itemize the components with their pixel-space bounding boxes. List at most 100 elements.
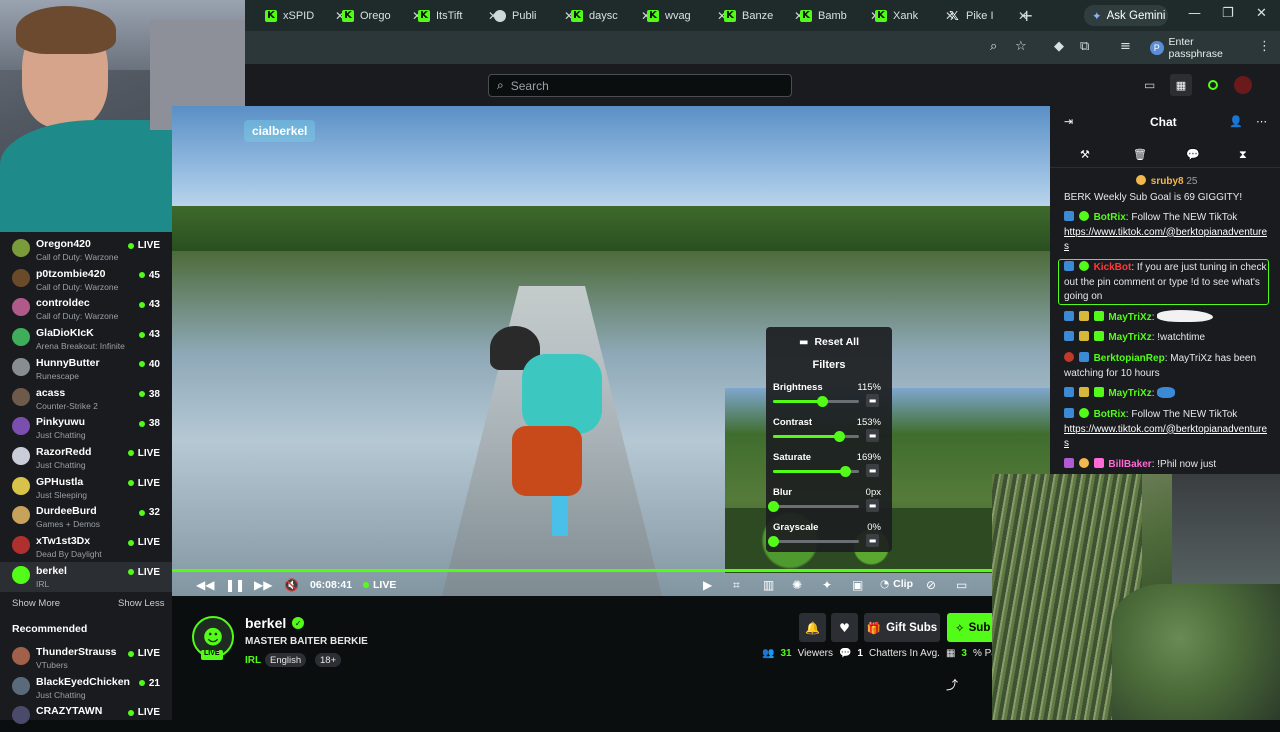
gift-subs-button[interactable]: 🎁 Gift Subs xyxy=(864,613,940,642)
filter-reset-icon[interactable]: ▬ xyxy=(866,534,879,547)
new-tab-button[interactable]: + xyxy=(1020,6,1033,25)
follow-heart-icon[interactable]: ♥ xyxy=(831,613,858,642)
sidebar-channel-item[interactable]: controldec Call of Duty: Warzone 43 xyxy=(0,294,172,324)
chat-username[interactable]: BotRix xyxy=(1094,409,1126,420)
collapse-chat-icon[interactable]: ⇥ xyxy=(1064,115,1073,128)
timer-icon[interactable]: ⧗ xyxy=(1239,148,1247,162)
share-icon[interactable]: ⤴ xyxy=(946,676,958,693)
media-control-icon[interactable]: ≡ xyxy=(1120,39,1131,54)
theater-icon[interactable]: ▭ xyxy=(956,578,967,592)
hammer-icon[interactable]: ⚒ xyxy=(1080,148,1090,161)
close-window-icon[interactable]: ✕ xyxy=(1256,6,1267,21)
sidebar-channel-item[interactable]: Oregon420 Call of Duty: Warzone LIVE xyxy=(0,235,172,265)
theater-mode-icon[interactable]: ▭ xyxy=(1144,78,1155,92)
chat-link[interactable]: https://www.tiktok.com/@berktopianadvent… xyxy=(1064,424,1267,450)
tag-mature[interactable]: 18+ xyxy=(315,653,342,667)
slider-handle[interactable] xyxy=(834,431,846,442)
clip-button[interactable]: ◔ Clip xyxy=(880,578,913,590)
slider-handle[interactable] xyxy=(840,466,852,477)
ask-gemini-button[interactable]: ✦ Ask Gemini xyxy=(1084,5,1168,26)
browser-menu-icon[interactable]: ⋮ xyxy=(1258,39,1271,54)
chat-username[interactable]: BotRix xyxy=(1094,212,1126,223)
browser-tab[interactable]: KxSPID ✕ xyxy=(265,4,345,27)
browser-tab[interactable]: KOrego✕ xyxy=(342,4,422,27)
channel-name[interactable]: berkel ✓ xyxy=(245,615,305,631)
slider-handle[interactable] xyxy=(768,501,779,512)
sidebar-channel-item[interactable]: GlaDioKIcK Arena Breakout: Infinite 43 xyxy=(0,324,172,354)
trash-icon[interactable]: 🗑 xyxy=(1133,148,1147,161)
sidebar-channel-item[interactable]: DurdeeBurd Games + Demos 32 xyxy=(0,502,172,532)
slider-handle[interactable] xyxy=(768,536,779,547)
show-less-link[interactable]: Show Less xyxy=(118,598,164,609)
chat-bubble-icon[interactable]: 💬 xyxy=(1186,148,1200,161)
chat-username[interactable]: sruby8 xyxy=(1151,176,1184,187)
camera-icon[interactable]: ▶ xyxy=(703,578,712,592)
extensions-puzzle-icon[interactable]: ⧉ xyxy=(1080,39,1089,54)
chat-username[interactable]: BerktopianRep xyxy=(1094,353,1165,364)
chat-username[interactable]: MayTriXz xyxy=(1108,332,1151,343)
notification-bell-icon[interactable]: 🔔 xyxy=(799,613,826,642)
forward-icon[interactable]: ▶▶ xyxy=(254,578,272,592)
sidebar-channel-item[interactable]: ThunderStrauss VTubers LIVE xyxy=(0,643,172,673)
minimize-icon[interactable]: — xyxy=(1188,6,1201,21)
browser-tab[interactable]: KBamb✕ xyxy=(800,4,880,27)
sidebar-channel-item[interactable]: HunnyButter Runescape 40 xyxy=(0,354,172,384)
user-avatar[interactable] xyxy=(1234,76,1252,94)
sidebar-channel-item[interactable]: berkel IRL LIVE xyxy=(0,561,172,592)
filter-reset-icon[interactable]: ▬ xyxy=(866,429,879,442)
kick-status-icon[interactable] xyxy=(1208,80,1218,90)
filter-slider[interactable] xyxy=(768,501,859,512)
chat-more-icon[interactable]: ⋯ xyxy=(1256,115,1267,128)
filter-slider[interactable] xyxy=(768,536,859,547)
zoom-icon[interactable]: ⌕ xyxy=(990,39,997,54)
browser-tab[interactable]: KItsTift✕ xyxy=(418,4,498,27)
sidebar-channel-item[interactable]: GPHustla Just Sleeping LIVE xyxy=(0,473,172,503)
chat-username[interactable]: MayTriXz xyxy=(1108,312,1151,323)
tag-language[interactable]: English xyxy=(265,653,307,667)
crop-icon[interactable]: ⌗ xyxy=(733,578,740,593)
sidebar-channel-item[interactable]: BlackEyedChicken Just Chatting 21 xyxy=(0,673,172,703)
enter-passphrase-button[interactable]: P Enter passphrase xyxy=(1150,36,1248,60)
sidebar-channel-item[interactable]: CRAZYTAWN LIVE xyxy=(0,702,172,732)
reset-all-button[interactable]: ▬ Reset All xyxy=(774,332,884,352)
rewind-icon[interactable]: ◀◀ xyxy=(196,578,214,592)
sparkle-filter-icon[interactable]: ✦ xyxy=(822,578,832,592)
pause-icon[interactable]: ❚❚ xyxy=(225,578,245,592)
sidebar-channel-item[interactable]: RazorRedd Just Chatting LIVE xyxy=(0,443,172,473)
sidebar-channel-item[interactable]: p0tzombie420 Call of Duty: Warzone 45 xyxy=(0,265,172,295)
browser-tab[interactable]: Publi ✕ xyxy=(494,4,574,27)
video-progress-bar[interactable] xyxy=(172,569,1050,572)
filter-reset-icon[interactable]: ▬ xyxy=(866,464,879,477)
browser-tab[interactable]: Kwvag ✕ xyxy=(647,4,727,27)
filter-reset-icon[interactable]: ▬ xyxy=(866,394,879,407)
sidebar-channel-item[interactable]: xTw1st3Dx Dead By Daylight LIVE xyxy=(0,532,172,562)
chat-link[interactable]: https://www.tiktok.com/@berktopianadvent… xyxy=(1064,227,1267,253)
search-input[interactable]: ⌕ Search xyxy=(488,74,792,97)
chat-username[interactable]: MayTriXz xyxy=(1108,388,1151,399)
filter-slider[interactable] xyxy=(773,396,859,407)
filter-slider[interactable] xyxy=(773,466,859,477)
filter-slider[interactable] xyxy=(773,431,859,442)
chat-username[interactable]: KickBot xyxy=(1094,262,1132,273)
subscribe-button[interactable]: ✧ Sub xyxy=(947,613,995,642)
layout-icon[interactable]: ▦ xyxy=(1170,74,1192,96)
stream-category[interactable]: IRL xyxy=(245,655,261,666)
chat-username[interactable]: BillBaker xyxy=(1108,459,1151,470)
filter-reset-icon[interactable]: ▬ xyxy=(866,499,879,512)
bookmark-star-icon[interactable]: ☆ xyxy=(1015,39,1027,54)
mute-icon[interactable]: 🔇 xyxy=(284,578,299,592)
pip-icon[interactable]: ▣ xyxy=(852,578,863,592)
browser-tab[interactable]: K Xank ✕ xyxy=(875,4,955,27)
show-more-link[interactable]: Show More xyxy=(12,598,60,609)
browser-tab[interactable]: Kdaysc✕ xyxy=(571,4,651,27)
browser-tab[interactable]: KBanze✕ xyxy=(724,4,804,27)
sidebar-channel-item[interactable]: Pinkyuwu Just Chatting 38 xyxy=(0,413,172,443)
slider-handle[interactable] xyxy=(817,396,829,407)
sidebar-channel-item[interactable]: acass Counter-Strike 2 38 xyxy=(0,384,172,414)
extension-diamond-icon[interactable]: ◆ xyxy=(1054,39,1064,54)
settings-dial-icon[interactable]: ✺ xyxy=(792,578,802,592)
browser-tab[interactable]: 𝕏 Pike I ✕ xyxy=(948,4,1028,27)
video-player[interactable]: cialberkel xyxy=(172,106,1050,596)
restore-icon[interactable]: ❐ xyxy=(1222,6,1234,21)
chat-users-icon[interactable]: 👤 xyxy=(1229,115,1243,128)
